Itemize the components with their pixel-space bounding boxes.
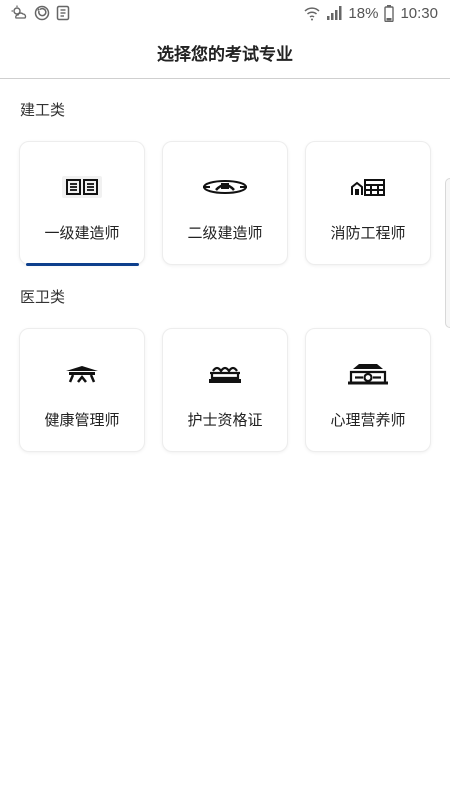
selected-indicator (26, 263, 139, 266)
app-header: 选择您的考试专业 (0, 26, 450, 79)
battery-percent: 18% (348, 4, 379, 22)
battery-icon (384, 4, 395, 22)
page-title: 选择您的考试专业 (157, 44, 293, 65)
status-left (10, 5, 70, 21)
status-right: 18% 10:30 (304, 4, 438, 22)
book-icon (20, 175, 144, 199)
notification-app-icon (56, 5, 70, 21)
house-icon (306, 362, 430, 386)
pavilion-icon (20, 362, 144, 386)
ring-road-icon (163, 175, 287, 199)
card-label: 健康管理师 (44, 411, 120, 429)
wifi-icon (304, 5, 320, 21)
card-label: 一级建造师 (44, 224, 120, 242)
clock: 10:30 (400, 4, 438, 22)
card-health-manager[interactable]: 健康管理师 (19, 328, 145, 452)
card-second-class-constructor[interactable]: 二级建造师 (162, 141, 288, 265)
status-bar: 18% 10:30 (0, 0, 450, 26)
scroll-handle[interactable] (445, 178, 450, 328)
card-label: 消防工程师 (330, 224, 406, 242)
building-icon (306, 175, 430, 199)
section-heading-construction: 建工类 (20, 101, 66, 119)
signal-icon (326, 5, 342, 21)
card-label: 心理营养师 (330, 411, 406, 429)
card-psychological-nutritionist[interactable]: 心理营养师 (305, 328, 431, 452)
card-fire-engineer[interactable]: 消防工程师 (305, 141, 431, 265)
sun-cloud-icon (10, 5, 28, 21)
card-label: 二级建造师 (187, 224, 263, 242)
card-nurse-certificate[interactable]: 护士资格证 (162, 328, 288, 452)
card-first-class-constructor[interactable]: 一级建造师 (19, 141, 145, 265)
sync-circle-icon (34, 5, 50, 21)
section-heading-medical: 医卫类 (20, 288, 66, 306)
bed-icon (163, 362, 287, 386)
card-label: 护士资格证 (187, 411, 263, 429)
